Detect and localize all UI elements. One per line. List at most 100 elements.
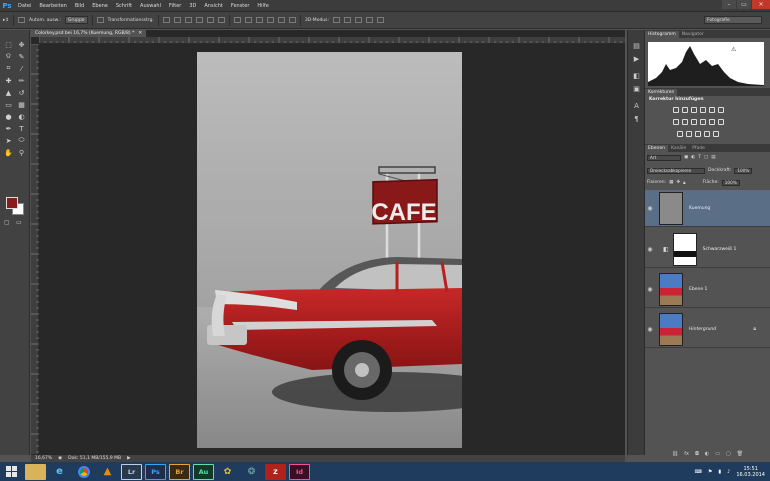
posterize-icon[interactable] — [686, 131, 692, 137]
color-balance-icon[interactable] — [682, 119, 688, 125]
pen-tool-icon[interactable]: ✒ — [3, 123, 14, 134]
opacity-input[interactable]: 100% — [734, 167, 753, 174]
status-icon[interactable]: ◉ — [58, 456, 62, 461]
minimize-button[interactable]: – — [722, 0, 736, 9]
menu-3d[interactable]: 3D — [185, 3, 200, 9]
align-vcenter-icon[interactable] — [173, 17, 181, 23]
history-panel-icon[interactable]: ▤ — [632, 42, 641, 50]
lightroom-icon[interactable]: Lr — [121, 463, 142, 480]
bridge-icon[interactable]: Br — [169, 463, 190, 480]
layer-filter-dropdown[interactable]: Art — [647, 154, 681, 161]
distribute-vcenter-icon[interactable] — [244, 17, 252, 23]
3d-rotate-icon[interactable] — [333, 17, 341, 23]
move-tool-icon[interactable]: ✥ — [16, 39, 27, 50]
dodge-tool-icon[interactable]: ◐ — [16, 111, 27, 122]
transform-controls-checkbox[interactable] — [96, 17, 104, 23]
filter-shape-icon[interactable]: ▢ — [704, 155, 708, 160]
screen-mode-icon[interactable]: ▭ — [16, 219, 22, 226]
indesign-icon[interactable]: Id — [289, 463, 310, 480]
delete-layer-icon[interactable]: 🗑︎ — [737, 451, 743, 459]
filezilla-icon[interactable]: Z — [265, 463, 286, 480]
visibility-eye-icon[interactable]: ◉ — [645, 205, 655, 212]
menu-datei[interactable]: Datei — [14, 3, 35, 9]
align-bottom-icon[interactable] — [184, 17, 192, 23]
auto-select-dropdown[interactable]: Gruppe — [64, 16, 88, 24]
tab-histogram[interactable]: Histogramm — [645, 31, 679, 38]
3d-roll-icon[interactable] — [344, 17, 352, 23]
channel-mixer-icon[interactable] — [709, 119, 715, 125]
align-top-icon[interactable] — [162, 17, 170, 23]
distribute-hcenter-icon[interactable] — [277, 17, 285, 23]
auto-select-checkbox[interactable] — [18, 17, 26, 23]
menu-schrift[interactable]: Schrift — [112, 3, 136, 9]
filter-pixel-icon[interactable]: ▣ — [684, 155, 688, 160]
zoom-tool-icon[interactable]: ⚲ — [16, 147, 27, 158]
tab-korrekturen[interactable]: Korrekturen — [645, 89, 678, 96]
image-canvas[interactable]: CAFE — [197, 52, 462, 448]
align-hcenter-icon[interactable] — [206, 17, 214, 23]
crop-tool-icon[interactable]: ⌗ — [3, 63, 14, 74]
menu-ebene[interactable]: Ebene — [88, 3, 112, 9]
layer-row[interactable]: ◉ Ebene 1 — [645, 271, 770, 308]
hand-tool-icon[interactable]: ✋ — [3, 147, 14, 158]
clock[interactable]: 15:51 16.03.2014 — [736, 466, 765, 478]
filter-type-icon[interactable]: T — [698, 155, 701, 160]
invert-icon[interactable] — [677, 131, 683, 137]
character-panel-icon[interactable]: A — [632, 102, 641, 110]
distribute-top-icon[interactable] — [233, 17, 241, 23]
filter-adjustment-icon[interactable]: ◐ — [691, 155, 695, 160]
layer-row[interactable]: ◉ ◧ Schwarzweiß 1 — [645, 231, 770, 268]
document-tab[interactable]: Colorkey.psd bei 16,7% (Kuemung, RGB/8) … — [31, 30, 147, 37]
lasso-tool-icon[interactable]: ଡ — [3, 51, 14, 62]
explorer-icon[interactable] — [25, 463, 46, 480]
workspace-dropdown[interactable]: Fotografie — [704, 16, 762, 24]
vibrance-icon[interactable] — [709, 107, 715, 113]
layer-row[interactable]: ◉ Kuemung — [645, 190, 770, 227]
3d-pan-icon[interactable] — [355, 17, 363, 23]
quick-mask-icon[interactable]: ▢ — [4, 219, 10, 226]
close-button[interactable]: ✕ — [752, 0, 770, 9]
align-left-icon[interactable] — [195, 17, 203, 23]
menu-bild[interactable]: Bild — [71, 3, 88, 9]
visibility-eye-icon[interactable]: ◉ — [645, 326, 655, 333]
puzzle-app-icon[interactable]: ✿ — [217, 464, 238, 480]
info-panel-icon[interactable]: ▣ — [632, 85, 641, 93]
stamp-tool-icon[interactable]: ▲ — [3, 87, 14, 98]
distribute-bottom-icon[interactable] — [255, 17, 263, 23]
3d-slide-icon[interactable] — [366, 17, 374, 23]
network-icon[interactable]: ▮ — [718, 469, 721, 475]
move-tool-icon[interactable]: ▸↕ — [3, 18, 9, 23]
path-select-tool-icon[interactable]: ➤ — [3, 135, 14, 146]
add-mask-icon[interactable]: ◘ — [695, 451, 699, 459]
blend-mode-dropdown[interactable]: Dreiecksabkopieren — [647, 167, 705, 174]
hue-saturation-icon[interactable] — [673, 119, 679, 125]
misc-app-icon[interactable]: ❂ — [241, 464, 262, 480]
fx-icon[interactable]: fx — [684, 451, 689, 459]
foreground-color-swatch[interactable] — [6, 197, 18, 209]
healing-tool-icon[interactable]: ✚ — [3, 75, 14, 86]
close-tab-icon[interactable]: ✕ — [138, 31, 142, 36]
history-brush-icon[interactable]: ↺ — [16, 87, 27, 98]
photo-filter-icon[interactable] — [700, 119, 706, 125]
eyedropper-tool-icon[interactable]: ⁄ — [16, 63, 27, 74]
audition-icon[interactable]: Au — [193, 463, 214, 480]
vlc-icon[interactable]: ▲ — [97, 464, 118, 480]
threshold-icon[interactable] — [695, 131, 701, 137]
menu-bearbeiten[interactable]: Bearbeiten — [35, 3, 70, 9]
zoom-level[interactable]: 16,67% — [35, 456, 52, 461]
actions-panel-icon[interactable]: ▶ — [632, 55, 641, 63]
black-white-icon[interactable] — [691, 119, 697, 125]
chrome-icon[interactable] — [73, 464, 94, 480]
quick-select-tool-icon[interactable]: ✎ — [16, 51, 27, 62]
align-right-icon[interactable] — [217, 17, 225, 23]
color-lookup-icon[interactable] — [718, 119, 724, 125]
filter-smart-icon[interactable]: ▤ — [711, 155, 715, 160]
windows-start-icon[interactable] — [0, 462, 22, 481]
new-layer-icon[interactable]: ▢ — [726, 451, 731, 459]
3d-scale-icon[interactable] — [377, 17, 385, 23]
properties-panel-icon[interactable]: ◧ — [632, 72, 641, 80]
menu-filter[interactable]: Filter — [165, 3, 185, 9]
type-tool-icon[interactable]: T — [16, 123, 27, 134]
levels-icon[interactable] — [682, 107, 688, 113]
tab-navigator[interactable]: Navigator — [679, 31, 707, 38]
